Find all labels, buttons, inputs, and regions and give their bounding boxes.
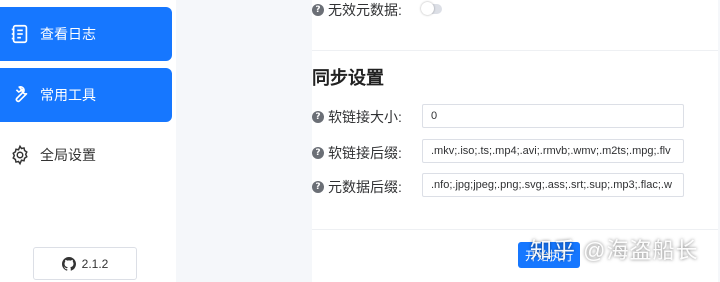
sidebar-item-settings[interactable]: 全局设置 [0,128,172,182]
divider [312,50,718,51]
sidebar-item-label: 查看日志 [40,26,96,42]
wrench-icon [8,83,32,107]
invalid-metadata-label: 无效元数据: [328,2,402,18]
sidebar-item-label: 全局设置 [40,147,96,163]
version-button[interactable]: 2.1.2 [33,247,137,280]
section-title: 同步设置 [312,68,384,88]
softlink-size-label: 软链接大小: [328,109,402,125]
help-icon[interactable]: ? [312,4,324,16]
softlink-suffix-input[interactable]: .mkv;.iso;.ts;.mp4;.avi;.rmvb;.wmv;.m2ts… [422,139,684,163]
softlink-suffix-label: 软链接后缀: [328,145,402,161]
invalid-metadata-row: ? 无效元数据: [312,0,402,20]
metadata-suffix-input[interactable]: .nfo;.jpg;jpeg;.png;.svg;.ass;.srt;.sup;… [422,173,684,197]
invalid-metadata-toggle[interactable] [421,2,442,15]
softlink-size-row: ? 软链接大小: [312,107,402,127]
softlink-size-input[interactable]: 0 [422,104,684,128]
metadata-suffix-row: ? 元数据后缀: [312,177,402,197]
gear-icon [8,143,32,167]
divider [312,229,718,230]
help-icon[interactable]: ? [312,181,324,193]
metadata-suffix-label: 元数据后缀: [328,179,402,195]
softlink-suffix-row: ? 软链接后缀: [312,143,402,163]
sidebar-item-logs[interactable]: 查看日志 [0,7,172,61]
github-icon [61,256,76,271]
sidebar-item-label: 常用工具 [40,87,96,103]
sidebar-item-tools[interactable]: 常用工具 [0,68,172,122]
sidebar: 查看日志 常用工具 全局设置 2.1.2 [0,0,177,282]
watermark: 知乎 @海盗船长 [530,238,699,263]
version-label: 2.1.2 [81,256,109,271]
help-icon[interactable]: ? [312,147,324,159]
log-icon [8,22,32,46]
help-icon[interactable]: ? [312,111,324,123]
